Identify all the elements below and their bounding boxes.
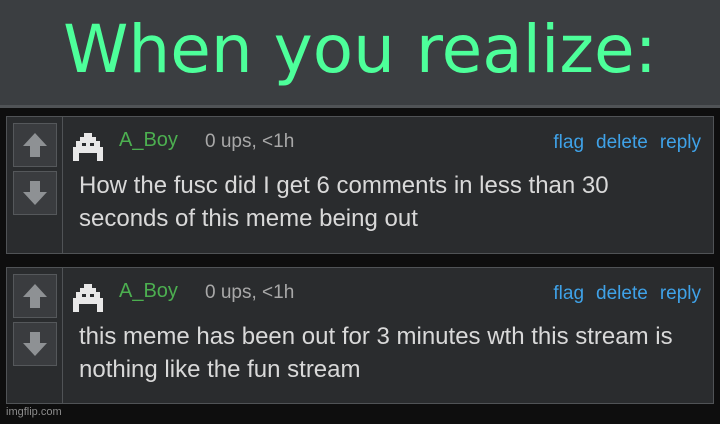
upvote-button[interactable] — [13, 123, 57, 167]
comment-actions: flag delete reply — [553, 132, 701, 154]
delete-link[interactable]: delete — [596, 132, 648, 154]
caption-bar: When you realize: — [0, 0, 720, 108]
comment-content: A_Boy 0 ups, <1h flag delete reply How t… — [69, 117, 713, 253]
comment-actions: flag delete reply — [553, 283, 701, 305]
upvote-button[interactable] — [13, 274, 57, 318]
meme-caption: When you realize: — [63, 11, 657, 88]
arrow-up-icon — [23, 284, 47, 308]
comment-meta: 0 ups, <1h — [205, 282, 295, 303]
downvote-button[interactable] — [13, 171, 57, 215]
vote-column — [7, 117, 63, 253]
downvote-button[interactable] — [13, 322, 57, 366]
pixel-avatar-icon[interactable] — [73, 284, 103, 312]
comment-text: How the fusc did I get 6 comments in les… — [79, 172, 609, 232]
comment-meta: 0 ups, <1h — [205, 131, 295, 152]
arrow-down-icon — [23, 332, 47, 356]
comment-content: A_Boy 0 ups, <1h flag delete reply this … — [69, 268, 713, 403]
comment-card: A_Boy 0 ups, <1h flag delete reply How t… — [6, 116, 714, 254]
comment-text: this meme has been out for 3 minutes wth… — [79, 323, 673, 383]
comment-card: A_Boy 0 ups, <1h flag delete reply this … — [6, 267, 714, 404]
reply-link[interactable]: reply — [660, 132, 701, 154]
comment-username[interactable]: A_Boy — [119, 129, 178, 152]
imgflip-watermark: imgflip.com — [6, 406, 62, 418]
arrow-down-icon — [23, 181, 47, 205]
arrow-up-icon — [23, 133, 47, 157]
vote-column — [7, 268, 63, 403]
comment-username[interactable]: A_Boy — [119, 280, 178, 303]
flag-link[interactable]: flag — [553, 283, 584, 305]
flag-link[interactable]: flag — [553, 132, 584, 154]
reply-link[interactable]: reply — [660, 283, 701, 305]
delete-link[interactable]: delete — [596, 283, 648, 305]
pixel-avatar-icon[interactable] — [73, 133, 103, 161]
